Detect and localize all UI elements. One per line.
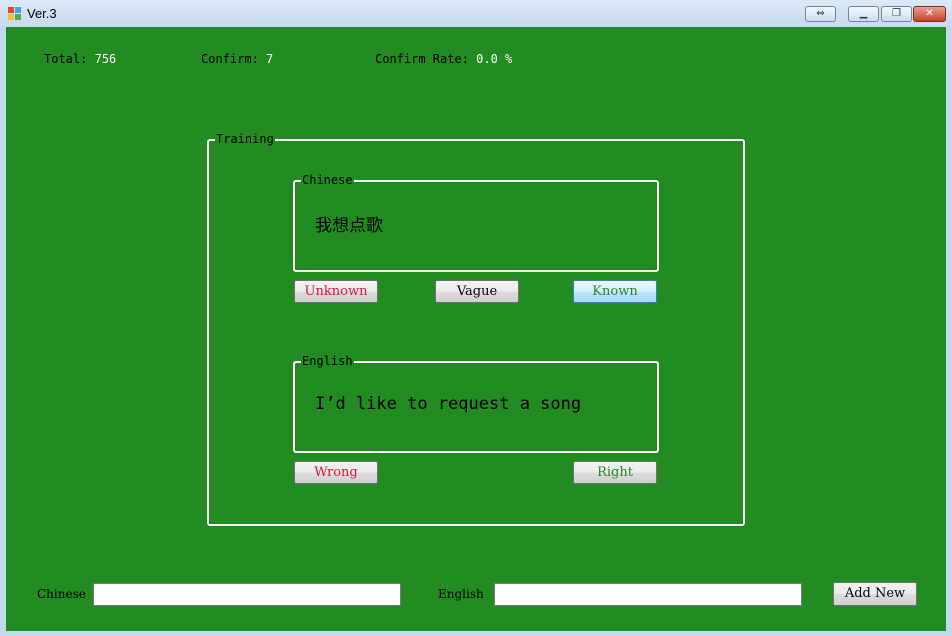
main-panel: Total: 756 Confirm: 7 Confirm Rate: 0.0 … xyxy=(6,27,946,631)
add-new-button[interactable]: Add New xyxy=(833,582,917,606)
confirm-rate-stat: Confirm Rate: 0.0 % xyxy=(375,52,512,66)
unknown-button[interactable]: Unknown xyxy=(294,280,378,303)
wrong-button[interactable]: Wrong xyxy=(294,461,378,484)
english-group: English I’d like to request a song xyxy=(293,354,659,453)
app-icon xyxy=(8,7,22,21)
maximize-button[interactable]: ❐ xyxy=(881,6,912,22)
confirm-value: 7 xyxy=(266,52,274,66)
new-chinese-label: Chinese xyxy=(37,587,86,601)
confirm-label: Confirm: xyxy=(201,52,259,66)
english-legend: English xyxy=(301,354,354,368)
new-english-label: English xyxy=(438,587,484,601)
new-chinese-input[interactable] xyxy=(93,583,401,606)
title-bar[interactable]: Ver.3 ⇔ ▁ ❐ ✕ xyxy=(0,0,952,28)
close-button[interactable]: ✕ xyxy=(913,6,946,22)
chinese-legend: Chinese xyxy=(301,173,354,187)
right-button[interactable]: Right xyxy=(573,461,657,484)
confirm-rate-label: Confirm Rate: xyxy=(375,52,469,66)
restore-layout-button[interactable]: ⇔ xyxy=(805,6,836,22)
total-value: 756 xyxy=(94,52,117,66)
vague-button[interactable]: Vague xyxy=(435,280,519,303)
training-group: Training Chinese 我想点歌 Unknown Vague Know… xyxy=(207,132,745,526)
chinese-phrase: 我想点歌 xyxy=(315,216,383,236)
english-phrase: I’d like to request a song xyxy=(315,394,582,414)
total-label: Total: xyxy=(44,52,88,66)
window-title: Ver.3 xyxy=(27,6,57,21)
known-button[interactable]: Known xyxy=(573,280,657,303)
app-window: Ver.3 ⇔ ▁ ❐ ✕ Total: 756 Confirm: 7 Conf… xyxy=(0,0,952,636)
confirm-stat: Confirm: 7 xyxy=(201,52,273,66)
confirm-rate-value: 0.0 % xyxy=(476,52,513,66)
total-stat: Total: 756 xyxy=(44,52,116,66)
minimize-button[interactable]: ▁ xyxy=(848,6,879,22)
new-english-input[interactable] xyxy=(494,583,802,606)
chinese-group: Chinese 我想点歌 xyxy=(293,173,659,272)
training-legend: Training xyxy=(215,132,275,146)
